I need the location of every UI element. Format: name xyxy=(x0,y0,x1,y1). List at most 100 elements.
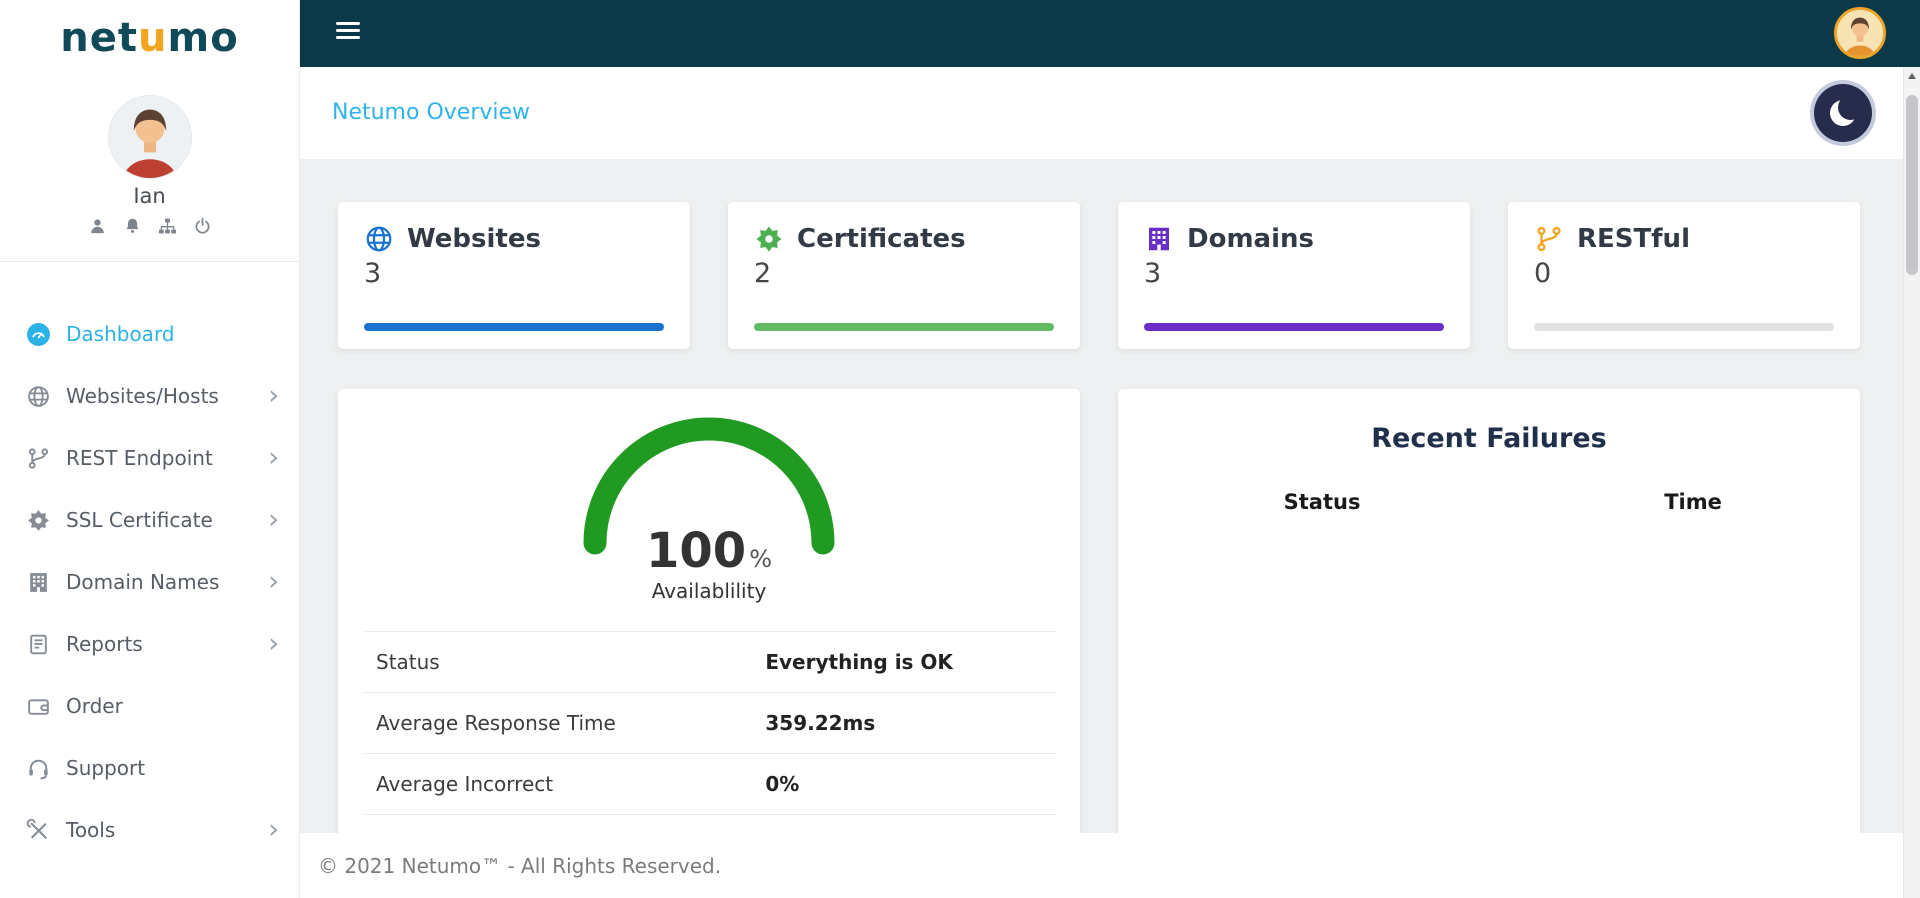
sidebar-item-rest-endpoint[interactable]: REST Endpoint › xyxy=(0,427,299,489)
speedometer-icon xyxy=(26,322,51,347)
progress-bar xyxy=(754,323,1054,331)
globe-icon xyxy=(364,224,394,254)
availability-label: Availablility xyxy=(651,579,767,603)
moon-icon xyxy=(1830,95,1863,126)
percent-sign: % xyxy=(749,545,772,573)
recent-failures-title: Recent Failures xyxy=(1371,423,1607,454)
wallet-icon xyxy=(26,694,51,719)
recent-failures-panel: Recent Failures Status Time xyxy=(1118,389,1860,898)
bell-icon[interactable] xyxy=(122,216,143,237)
sidebar-item-domain-names[interactable]: Domain Names › xyxy=(0,551,299,613)
sidebar-item-label: Tools xyxy=(66,818,116,842)
topbar xyxy=(300,0,1920,67)
profile-block: Ian xyxy=(0,95,299,262)
user-icon[interactable] xyxy=(87,216,108,237)
page-title: Netumo Overview xyxy=(332,100,531,125)
building-icon xyxy=(1144,224,1174,254)
logo-part-net: net xyxy=(60,15,139,61)
card-label: Websites xyxy=(407,224,541,254)
progress-bar xyxy=(1534,323,1834,331)
report-icon xyxy=(26,632,51,657)
sidebar: netumo Ian Dashboard Websites/Hosts › RE… xyxy=(0,0,300,898)
sidebar-item-label: Support xyxy=(66,756,146,780)
certificate-icon xyxy=(754,224,784,254)
topbar-avatar[interactable] xyxy=(1834,7,1886,59)
chevron-right-icon: › xyxy=(268,504,279,535)
column-header-time: Time xyxy=(1664,490,1722,514)
power-icon[interactable] xyxy=(192,216,213,237)
chevron-right-icon: › xyxy=(268,628,279,659)
stat-row-label: Status xyxy=(376,650,440,674)
domains-card: Domains 3 xyxy=(1118,202,1470,349)
availability-percent: 100 xyxy=(645,523,747,579)
stat-row-value: Everything is OK xyxy=(765,650,953,674)
sidebar-item-label: SSL Certificate xyxy=(66,508,213,532)
card-label: Domains xyxy=(1187,224,1314,254)
summary-cards: Websites 3 Certificates 2 Domains 3 REST… xyxy=(338,202,1860,349)
restful-card: RESTful 0 xyxy=(1508,202,1860,349)
content-header: Netumo Overview xyxy=(300,67,1920,159)
stat-row-value: 0% xyxy=(765,772,800,796)
main-content: Netumo Overview Websites 3 Certificates xyxy=(300,67,1920,898)
headset-icon xyxy=(26,756,51,781)
availability-stats: Status Everything is OK Average Response… xyxy=(364,631,1056,815)
branch-icon xyxy=(1534,224,1564,254)
dark-mode-toggle[interactable] xyxy=(1814,84,1872,142)
sitemap-icon[interactable] xyxy=(157,216,178,237)
stats-row-incorrect: Average Incorrect 0% xyxy=(364,753,1056,815)
tools-icon xyxy=(26,818,51,843)
copyright-text: © 2021 Netumo™ - All Rights Reserved. xyxy=(318,853,722,878)
netumo-logo[interactable]: netumo xyxy=(0,0,299,62)
availability-panel: 100% Availablility Status Everything is … xyxy=(338,389,1080,898)
card-label: Certificates xyxy=(797,224,966,254)
logo-part-mo: mo xyxy=(167,15,239,61)
stat-row-label: Average Response Time xyxy=(376,711,616,735)
avatar-illustration xyxy=(1837,10,1883,56)
sidebar-item-tools[interactable]: Tools › xyxy=(0,799,299,861)
sidebar-item-dashboard[interactable]: Dashboard xyxy=(0,303,299,365)
gauge-value: 100% xyxy=(569,523,849,579)
sidebar-item-reports[interactable]: Reports › xyxy=(0,613,299,675)
logo-part-u: u xyxy=(138,15,168,61)
recent-failures-headers: Status Time xyxy=(1118,490,1860,514)
detail-panels: 100% Availablility Status Everything is … xyxy=(338,389,1860,898)
sidebar-item-support[interactable]: Support xyxy=(0,737,299,799)
card-label: RESTful xyxy=(1577,224,1690,254)
scroll-up-arrow-icon[interactable] xyxy=(1904,67,1920,85)
sidebar-item-label: Dashboard xyxy=(66,322,175,346)
sidebar-item-label: REST Endpoint xyxy=(66,446,213,470)
stat-row-label: Average Incorrect xyxy=(376,772,554,796)
sidebar-item-label: Order xyxy=(66,694,123,718)
vertical-scrollbar[interactable] xyxy=(1903,67,1920,898)
sidebar-item-label: Websites/Hosts xyxy=(66,384,219,408)
chevron-right-icon: › xyxy=(268,566,279,597)
branch-icon xyxy=(26,446,51,471)
card-value: 2 xyxy=(754,258,772,289)
profile-actions xyxy=(0,216,299,237)
chevron-right-icon: › xyxy=(268,380,279,411)
chevron-right-icon: › xyxy=(268,814,279,845)
building-icon xyxy=(26,570,51,595)
sidebar-item-ssl-certificate[interactable]: SSL Certificate › xyxy=(0,489,299,551)
stats-row-status: Status Everything is OK xyxy=(364,631,1056,692)
sidebar-item-order[interactable]: Order xyxy=(0,675,299,737)
sidebar-item-label: Domain Names xyxy=(66,570,220,594)
footer: © 2021 Netumo™ - All Rights Reserved. xyxy=(300,833,1920,898)
card-value: 3 xyxy=(1144,258,1162,289)
progress-bar xyxy=(1144,323,1444,331)
avatar-illustration xyxy=(108,96,191,178)
card-value: 3 xyxy=(364,258,382,289)
stats-row-response-time: Average Response Time 359.22ms xyxy=(364,692,1056,753)
sidebar-nav: Dashboard Websites/Hosts › REST Endpoint… xyxy=(0,262,299,861)
chevron-right-icon: › xyxy=(268,442,279,473)
card-value: 0 xyxy=(1534,258,1552,289)
hamburger-icon[interactable] xyxy=(336,22,360,43)
globe-icon xyxy=(26,384,51,409)
sidebar-item-label: Reports xyxy=(66,632,143,656)
progress-bar xyxy=(364,323,664,331)
stat-row-value: 359.22ms xyxy=(765,711,876,735)
websites-card: Websites 3 xyxy=(338,202,690,349)
scrollbar-thumb[interactable] xyxy=(1906,95,1918,275)
user-name: Ian xyxy=(133,184,166,208)
sidebar-item-websites-hosts[interactable]: Websites/Hosts › xyxy=(0,365,299,427)
